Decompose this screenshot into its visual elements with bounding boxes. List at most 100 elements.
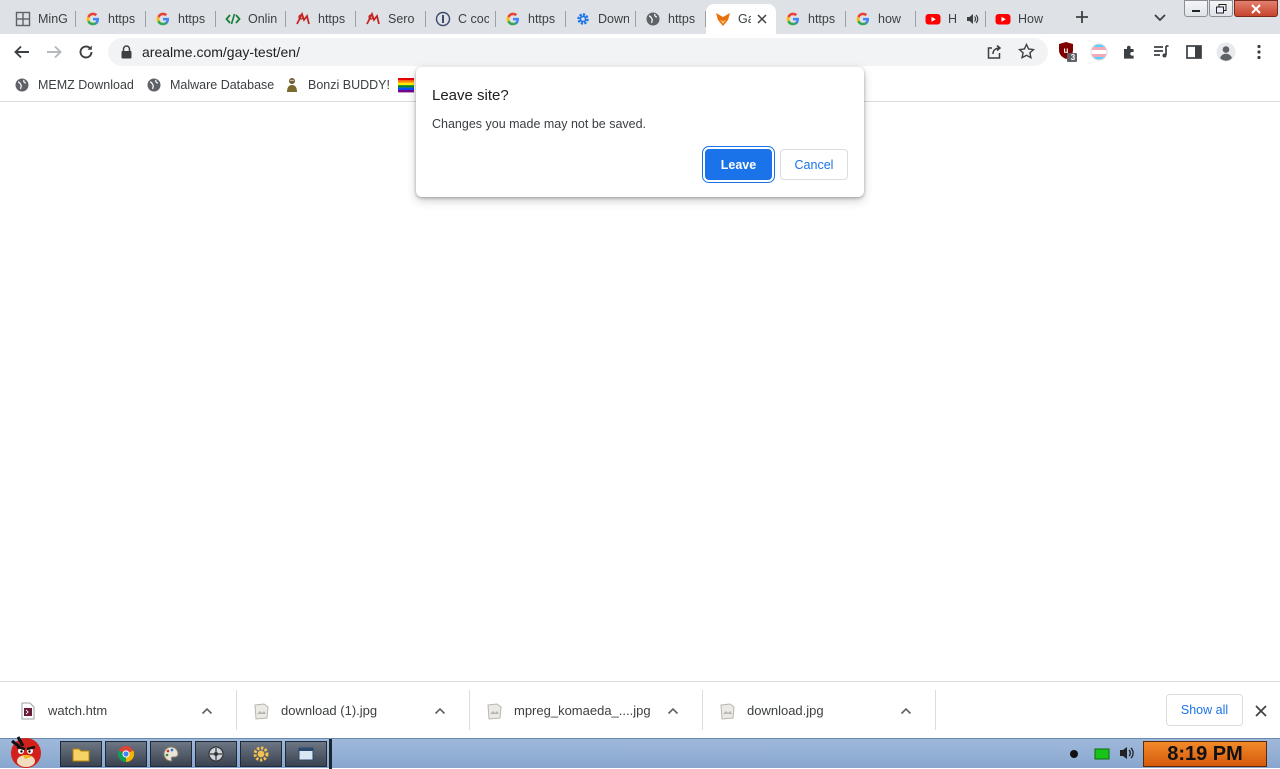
rainbow-flag-icon [398, 77, 414, 93]
info-globe-icon [435, 11, 451, 27]
fox-icon [715, 11, 731, 27]
taskbar-settings-button[interactable] [195, 741, 237, 767]
tab-youtube-audio[interactable]: H [916, 4, 986, 34]
divider [702, 690, 703, 730]
globe-icon [146, 77, 162, 93]
taskbar-window-button[interactable] [285, 741, 327, 767]
angry-bird-start-icon[interactable] [2, 731, 50, 769]
chevron-up-icon[interactable] [666, 704, 680, 718]
tab-https-globe[interactable]: https [636, 4, 706, 34]
tab-title: MinG [38, 12, 68, 26]
download-item[interactable]: download.jpg [719, 682, 913, 739]
taskbar: 8:19 PM [0, 736, 1280, 769]
chevron-down-icon[interactable] [1152, 9, 1168, 25]
tab-active-gay-test[interactable]: Ga [706, 4, 776, 34]
paint-icon [162, 745, 180, 763]
extension-badge: 3 [1070, 53, 1076, 62]
tab-download[interactable]: Down [566, 4, 636, 34]
restore-button[interactable] [1209, 0, 1233, 17]
close-icon[interactable] [1254, 704, 1268, 718]
taskbar-paint-button[interactable] [150, 741, 192, 767]
download-filename: mpreg_komaeda_....jpg [514, 703, 651, 718]
tab-youtube-how[interactable]: How [986, 4, 1056, 34]
show-all-button[interactable]: Show all [1166, 694, 1243, 726]
tab-online[interactable]: Onlin [216, 4, 286, 34]
window-controls [1184, 0, 1279, 17]
profile-avatar-icon[interactable] [1216, 42, 1236, 62]
cancel-button[interactable]: Cancel [780, 149, 848, 180]
ublock-shield-icon[interactable]: u 3 [1058, 41, 1078, 63]
google-icon [855, 11, 871, 27]
tab-title: https [668, 12, 696, 26]
taskbar-control-panel-button[interactable] [240, 741, 282, 767]
bonzi-icon [284, 77, 300, 93]
tab-ming[interactable]: MinG [6, 4, 76, 34]
chevron-up-icon[interactable] [200, 704, 214, 718]
divider [236, 690, 237, 730]
grid-icon [15, 11, 31, 27]
image-file-icon [486, 702, 502, 720]
globe-icon [645, 11, 661, 27]
record-dot-icon[interactable] [1069, 749, 1079, 759]
youtube-icon [995, 11, 1011, 27]
side-panel-icon[interactable] [1185, 43, 1203, 61]
media-queue-icon[interactable] [1152, 43, 1170, 61]
tab-https-red[interactable]: https [286, 4, 356, 34]
url-text[interactable]: arealme.com/gay-test/en/ [142, 44, 300, 60]
taskbar-chrome-button[interactable] [105, 741, 147, 767]
download-filename: download (1).jpg [281, 703, 378, 718]
tab-list: MinG https https Onlin https Sero C coc … [6, 4, 1056, 34]
tab-google-2[interactable]: https [146, 4, 216, 34]
tab-c-code[interactable]: C coc [426, 4, 496, 34]
download-item[interactable]: download (1).jpg [253, 682, 447, 739]
share-icon[interactable] [986, 44, 1002, 60]
bookmark-label: Malware Database [170, 78, 275, 92]
bookmark-malware-database[interactable]: Malware Database [146, 77, 274, 93]
new-tab-plus-icon[interactable] [1073, 8, 1091, 26]
browser-toolbar: arealme.com/gay-test/en/ u 3 [0, 34, 1280, 70]
bookmark-star-icon[interactable] [1018, 43, 1035, 60]
tab-title: H [948, 12, 958, 26]
forward-arrow-icon[interactable] [45, 43, 63, 61]
trans-flag-extension-icon[interactable] [1090, 43, 1108, 61]
tab-google-1[interactable]: https [76, 4, 146, 34]
reload-icon[interactable] [77, 43, 95, 61]
volume-icon[interactable] [1118, 745, 1136, 761]
tab-title: Ga [738, 12, 751, 26]
kebab-menu-icon[interactable] [1250, 43, 1268, 61]
tab-title: Sero [388, 12, 415, 26]
bookmark-bonzi-buddy[interactable]: Bonzi BUDDY! [284, 77, 390, 93]
tab-sero[interactable]: Sero [356, 4, 426, 34]
image-file-icon [253, 702, 269, 720]
chevron-up-icon[interactable] [899, 704, 913, 718]
back-arrow-icon[interactable] [13, 43, 31, 61]
tab-google-4[interactable]: https [776, 4, 846, 34]
google-icon [505, 11, 521, 27]
network-icon[interactable] [1094, 747, 1110, 761]
tab-google-3[interactable]: https [496, 4, 566, 34]
chevron-up-icon[interactable] [433, 704, 447, 718]
address-bar[interactable]: arealme.com/gay-test/en/ [108, 38, 1048, 66]
minimize-button[interactable] [1184, 0, 1208, 17]
download-filename: watch.htm [48, 703, 108, 718]
folder-icon [72, 746, 90, 762]
download-item[interactable]: mpreg_komaeda_....jpg [486, 682, 680, 739]
google-icon [155, 11, 171, 27]
red-sig-icon [365, 11, 381, 27]
tab-google-how[interactable]: how [846, 4, 916, 34]
taskbar-explorer-button[interactable] [60, 741, 102, 767]
taskbar-clock[interactable]: 8:19 PM [1143, 741, 1267, 767]
close-icon[interactable] [755, 12, 769, 26]
youtube-icon [925, 11, 941, 27]
extensions-puzzle-icon[interactable] [1121, 43, 1139, 61]
speaker-icon[interactable] [965, 12, 979, 26]
code-icon [225, 11, 241, 27]
leave-button[interactable]: Leave [705, 149, 772, 180]
tab-title: https [178, 12, 206, 26]
lock-icon[interactable] [120, 45, 132, 59]
bookmark-memz-download[interactable]: MEMZ Download [14, 77, 134, 93]
window-close-button[interactable] [1234, 0, 1278, 17]
tab-title: Down [598, 12, 629, 26]
tab-title: https [808, 12, 836, 26]
google-icon [85, 11, 101, 27]
